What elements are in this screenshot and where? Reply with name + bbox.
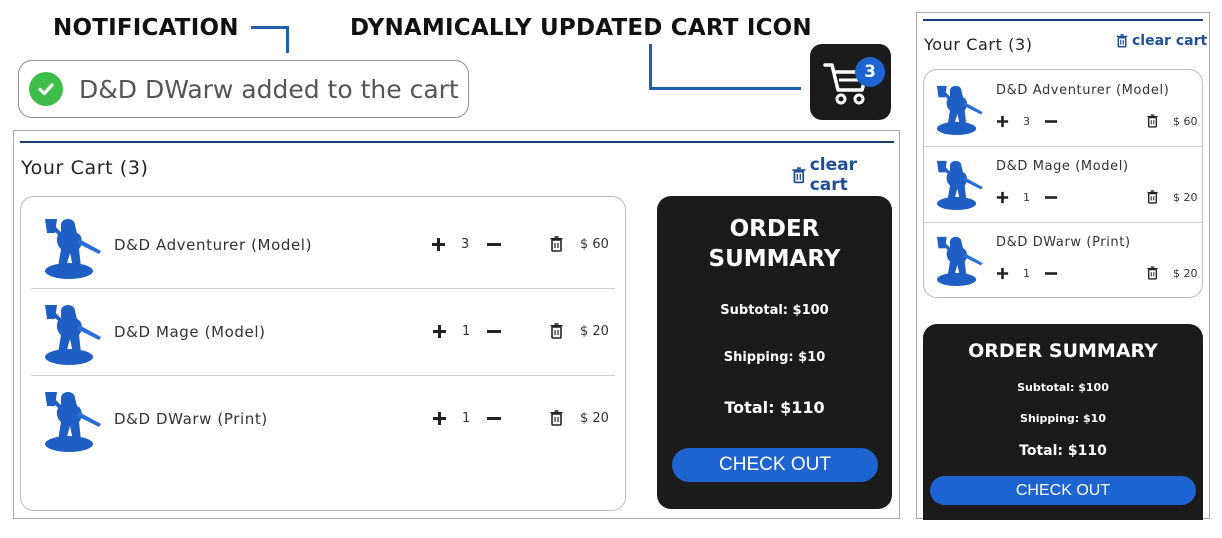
trash-icon[interactable] [550,410,563,426]
product-image [45,219,101,279]
minus-icon[interactable] [486,324,502,339]
trash-icon[interactable] [1147,190,1158,204]
item-name: D&D Adventurer (Model) [114,236,313,254]
summary-shipping: Shipping: $10 [1020,412,1106,425]
trash-icon[interactable] [1147,114,1158,128]
item-price: $ 60 [1173,115,1198,128]
desktop-cart-panel: Your Cart (3) clear cart D&D Adventurer … [13,130,900,519]
clear-cart-button[interactable]: clear cart [1116,33,1207,49]
item-price: $ 20 [580,411,609,426]
plus-icon[interactable] [996,191,1009,204]
item-name: D&D Mage (Model) [996,159,1129,174]
summary-total: Total: $110 [724,398,825,417]
plus-icon[interactable] [432,411,447,426]
panel-divider [923,19,1203,21]
clear-cart-label: clear cart [1132,33,1208,49]
item-price: $ 20 [1173,267,1198,280]
checkout-button[interactable]: CHECK OUT [930,476,1196,505]
item-name: D&D DWarw (Print) [996,235,1131,250]
product-image [45,392,101,452]
summary-title-line1: ORDER [729,216,820,242]
cart-item: D&D Adventurer (Model) 3 $ 60 [924,70,1202,146]
mobile-cart-panel: Your Cart (3) clear cart D&D Adventurer … [916,12,1210,520]
trash-icon[interactable] [550,323,563,339]
item-price: $ 20 [1173,191,1198,204]
plus-icon[interactable] [996,115,1009,128]
trash-icon [1116,34,1128,48]
minus-icon[interactable] [1044,191,1058,204]
panel-divider [20,141,894,143]
item-quantity: 1 [462,324,471,339]
product-image [936,160,983,210]
annotation-connector [286,26,289,53]
cart-title: Your Cart (3) [924,35,1033,54]
annotation-connector [649,87,801,90]
order-summary-panel: ORDER SUMMARY Subtotal: $100 Shipping: $… [657,196,892,509]
trash-icon [792,166,806,183]
cart-items-list: D&D Adventurer (Model) 3 $ 60 D&D Mage (… [923,69,1203,298]
order-summary-panel: ORDER SUMMARY Subtotal: $100 Shipping: $… [923,324,1203,520]
plus-icon[interactable] [431,237,446,252]
item-name: D&D Mage (Model) [114,323,266,341]
annotation-connector [649,44,652,90]
product-image [45,305,101,365]
trash-icon[interactable] [550,236,563,252]
summary-subtotal: Subtotal: $100 [1017,381,1109,394]
item-quantity: 3 [1023,115,1030,128]
checkout-button[interactable]: CHECK OUT [672,448,878,482]
item-name: D&D Adventurer (Model) [996,83,1170,98]
clear-cart-button[interactable]: clear cart [792,155,899,195]
notification-message: D&D DWarw added to the cart [79,74,459,104]
check-circle-icon [29,72,63,106]
item-price: $ 60 [580,237,609,252]
cart-count-badge: 3 [855,57,885,87]
item-quantity: 3 [461,237,470,252]
summary-total: Total: $110 [1019,443,1107,459]
cart-item: D&D DWarw (Print) 1 $ 20 [21,376,625,466]
cart-item: D&D Mage (Model) 1 $ 20 [21,289,625,376]
trash-icon[interactable] [1147,266,1158,280]
cart-items-list: D&D Adventurer (Model) 3 $ 60 D&D Mage (… [20,196,626,511]
minus-icon[interactable] [486,411,502,426]
product-image [936,85,983,135]
annotation-connector [251,26,289,29]
item-quantity: 1 [1023,267,1030,280]
notification-annotation-label: NOTIFICATION [53,15,239,41]
cart-icon-annotation-label: DYNAMICALLY UPDATED CART ICON [350,15,812,41]
cart-item: D&D Adventurer (Model) 3 $ 60 [21,197,625,289]
cart-icon-button[interactable]: 3 [810,44,891,120]
notification-toast: D&D DWarw added to the cart [18,60,469,118]
summary-subtotal: Subtotal: $100 [720,303,829,318]
product-image [936,236,983,286]
summary-title: ORDER SUMMARY [968,340,1158,362]
item-price: $ 20 [580,324,609,339]
cart-title: Your Cart (3) [21,157,149,179]
plus-icon[interactable] [432,324,447,339]
clear-cart-label: clear cart [809,155,857,195]
minus-icon[interactable] [1044,115,1058,128]
summary-title-line2: SUMMARY [708,246,841,272]
cart-item: D&D DWarw (Print) 1 $ 20 [924,223,1202,298]
item-name: D&D DWarw (Print) [114,410,268,428]
summary-shipping: Shipping: $10 [723,350,826,365]
plus-icon[interactable] [996,267,1009,280]
item-quantity: 1 [1023,191,1030,204]
minus-icon[interactable] [1044,267,1058,280]
item-quantity: 1 [462,411,471,426]
minus-icon[interactable] [486,237,502,252]
cart-item: D&D Mage (Model) 1 $ 20 [924,147,1202,222]
